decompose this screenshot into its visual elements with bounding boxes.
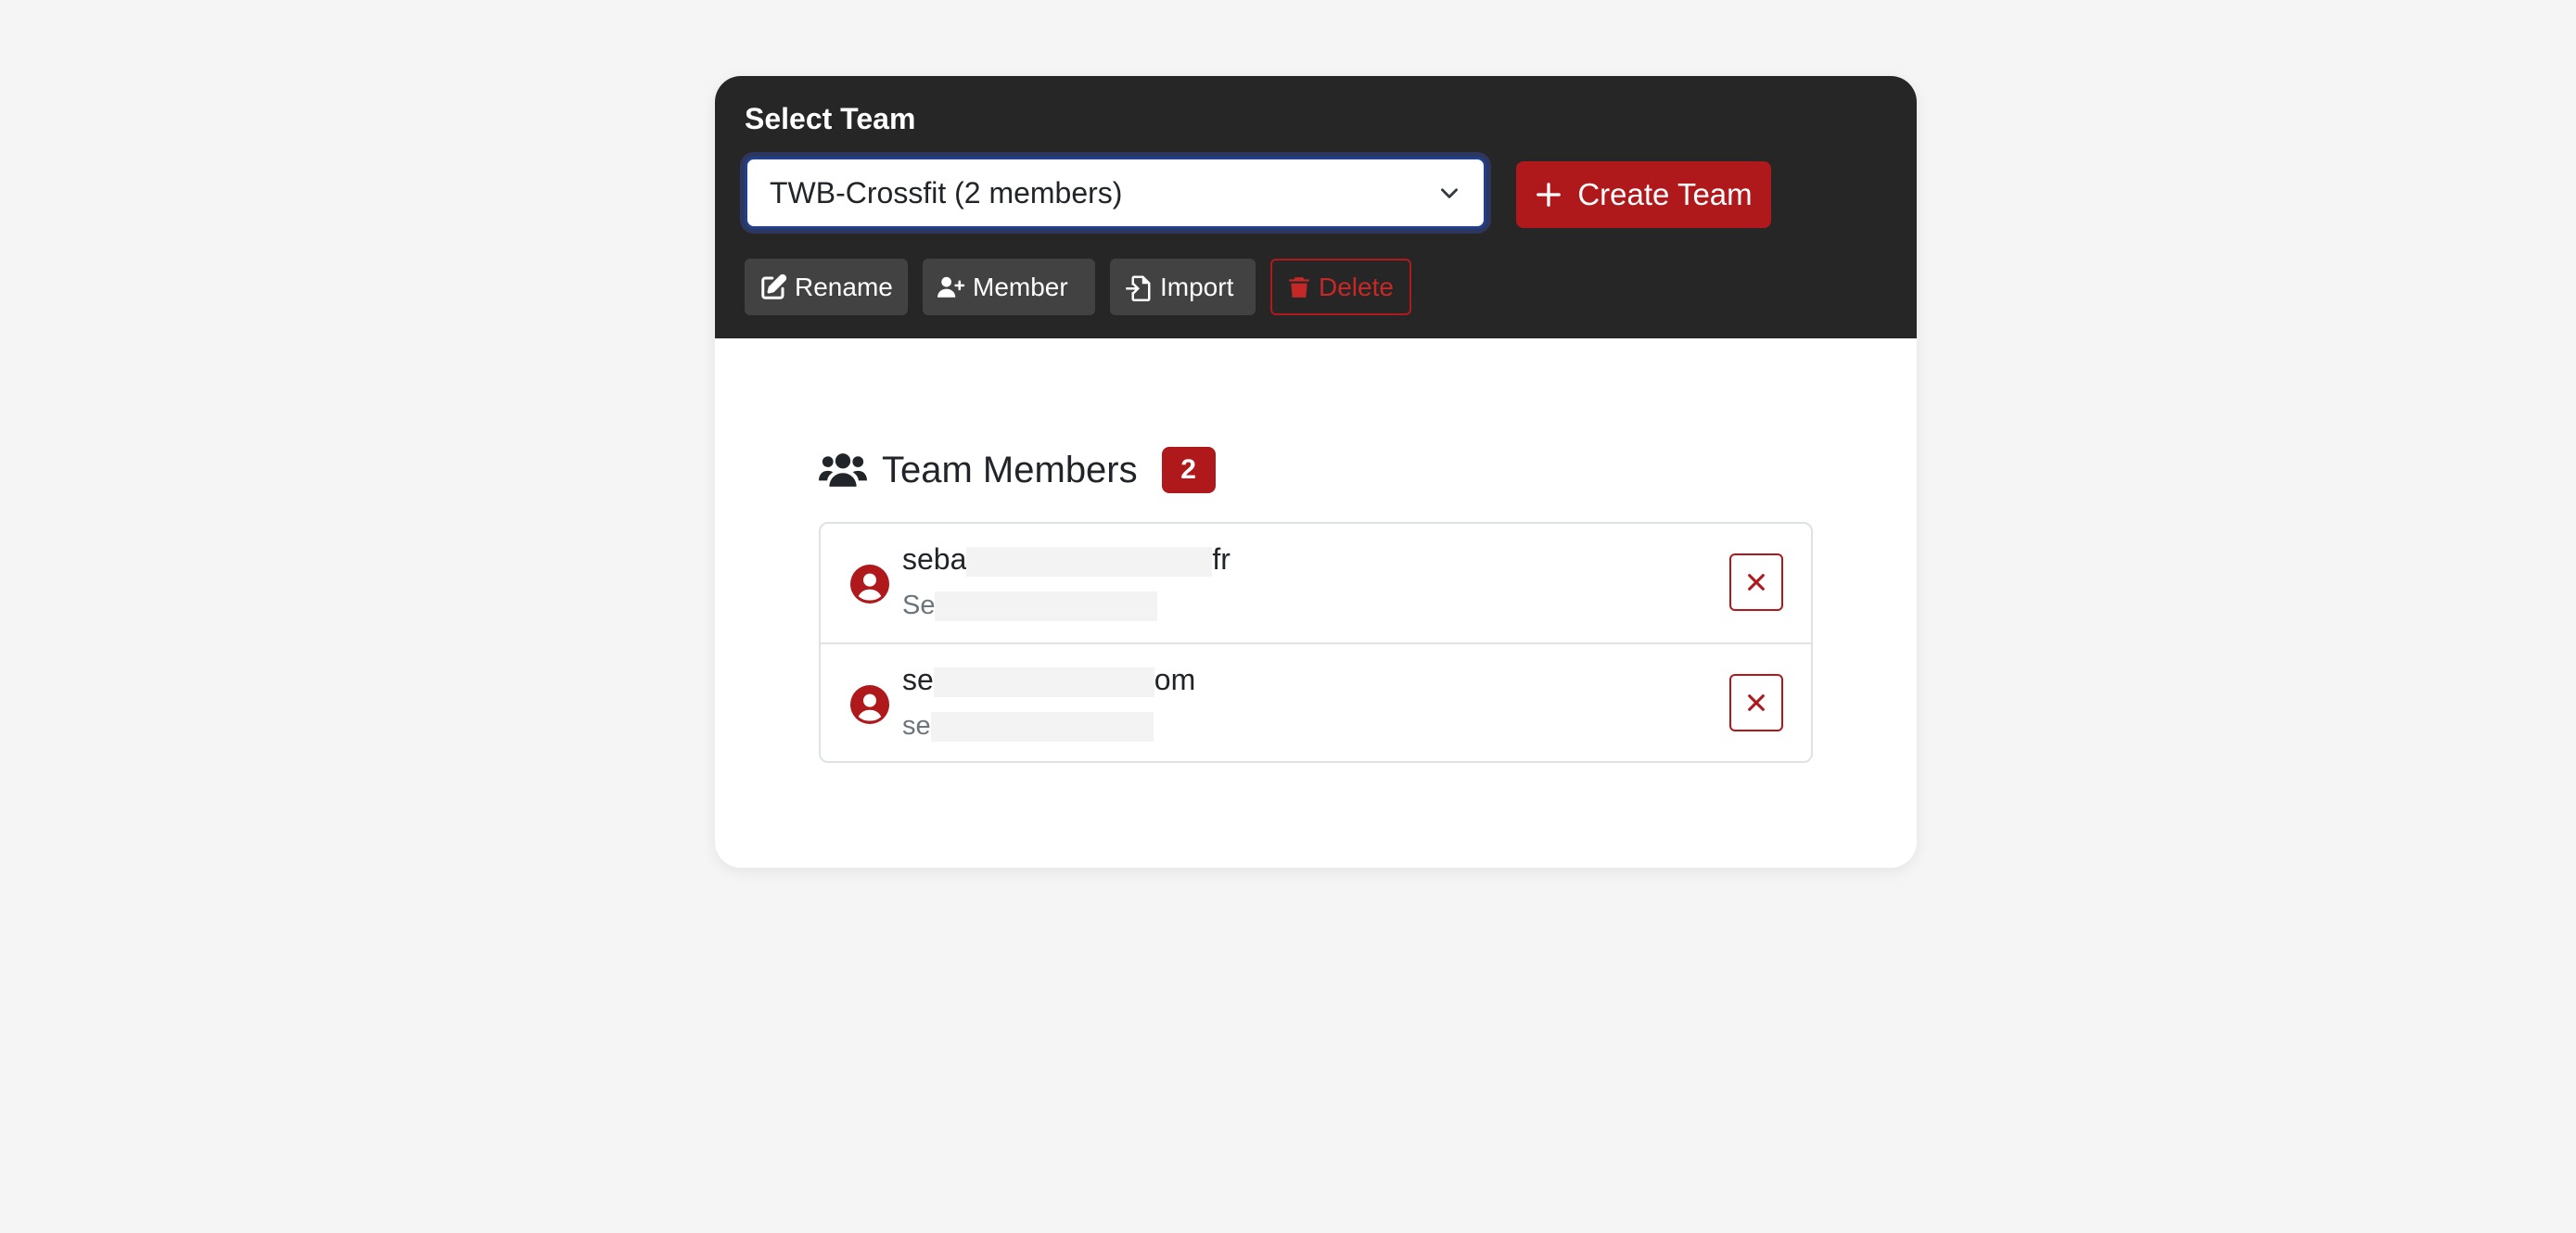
member-label: Member [973, 272, 1068, 301]
import-label: Import [1160, 272, 1234, 301]
member-email-end: om [1154, 663, 1196, 696]
delete-button[interactable]: Delete [1270, 259, 1411, 315]
member-name-start: se [902, 711, 931, 741]
edit-icon [761, 273, 787, 299]
redaction [935, 591, 1158, 622]
redaction [933, 667, 1154, 697]
file-import-icon [1126, 275, 1151, 301]
remove-member-button[interactable] [1729, 674, 1783, 731]
user-circle-icon [850, 565, 889, 604]
create-team-label: Create Team [1577, 177, 1753, 211]
chevron-down-icon [1441, 188, 1458, 198]
member-row: se om se [821, 644, 1811, 763]
add-member-button[interactable]: Member [923, 259, 1095, 315]
member-email-start: se [902, 663, 934, 696]
delete-label: Delete [1319, 272, 1394, 301]
close-icon [1748, 574, 1765, 591]
user-circle-icon [850, 685, 889, 724]
trash-icon [1289, 276, 1309, 298]
member-row: seba fr Se [821, 524, 1811, 644]
member-name-start: Se [902, 591, 936, 620]
team-header: Select Team TWB-Crossfit (2 members) Cre… [715, 76, 1917, 338]
create-team-button[interactable]: Create Team [1516, 161, 1771, 228]
team-card: Select Team TWB-Crossfit (2 members) Cre… [715, 76, 1917, 868]
member-name: Se [902, 591, 1158, 622]
user-plus-icon [937, 276, 965, 298]
close-icon [1748, 694, 1765, 711]
member-name: se [902, 711, 1154, 743]
team-members-title: Team Members [882, 449, 1138, 490]
plus-icon [1537, 183, 1562, 207]
team-select[interactable]: TWB-Crossfit (2 members) [745, 157, 1486, 229]
member-email: se om [902, 663, 1195, 697]
member-email-start: seba [902, 542, 967, 576]
redaction [930, 712, 1154, 743]
select-team-label: Select Team [745, 102, 916, 135]
redaction [966, 546, 1213, 577]
team-members-heading: Team Members 2 [819, 442, 1216, 498]
member-list: seba fr Se se om se [819, 522, 1813, 763]
remove-member-button[interactable] [1729, 553, 1783, 611]
member-email-end: fr [1212, 542, 1231, 576]
team-select-value: TWB-Crossfit (2 members) [770, 175, 1123, 210]
users-icon [819, 453, 867, 487]
rename-button[interactable]: Rename [745, 259, 908, 315]
member-email: seba fr [902, 542, 1231, 577]
import-button[interactable]: Import [1110, 259, 1256, 315]
member-count-badge: 2 [1161, 447, 1216, 493]
rename-label: Rename [795, 272, 893, 301]
